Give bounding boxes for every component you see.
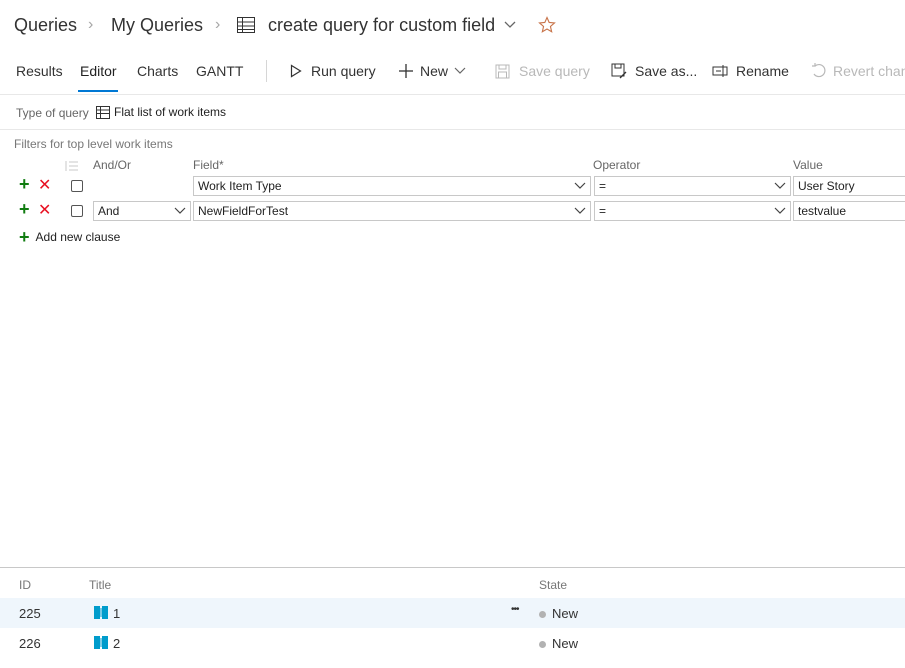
- tab-editor[interactable]: Editor: [80, 63, 117, 79]
- tab-charts[interactable]: Charts: [137, 63, 178, 79]
- state-dot-icon: [539, 641, 546, 649]
- user-story-icon: [94, 636, 108, 649]
- field-select[interactable]: Work Item Type: [193, 176, 591, 196]
- operator-value: =: [599, 179, 607, 193]
- value-input[interactable]: User Story: [793, 176, 905, 196]
- column-header-and-or: And/Or: [93, 158, 132, 172]
- add-clause-row-icon[interactable]: +: [19, 199, 30, 220]
- column-header-value: Value: [793, 158, 823, 172]
- result-state: New: [539, 636, 578, 651]
- save-query-label: Save query: [519, 63, 590, 79]
- result-state-label: New: [552, 606, 579, 621]
- save-as-label: Save as...: [635, 63, 698, 79]
- operator-select[interactable]: =: [594, 176, 791, 196]
- run-query-label: Run query: [311, 63, 376, 79]
- operator-value: =: [599, 204, 607, 218]
- run-query-button[interactable]: Run query: [290, 60, 376, 82]
- column-header-field: Field*: [193, 158, 224, 172]
- result-state-label: New: [552, 636, 579, 651]
- chevron-down-icon[interactable]: [504, 21, 516, 29]
- result-state: New: [539, 606, 578, 621]
- result-title-link[interactable]: 2: [113, 636, 120, 651]
- result-title-link[interactable]: 1: [113, 606, 120, 621]
- save-query-button[interactable]: Save query: [495, 60, 590, 82]
- group-clauses-icon[interactable]: [65, 160, 79, 172]
- save-icon: [495, 64, 510, 78]
- query-type-label: Type of query: [16, 106, 89, 120]
- chevron-down-icon: [774, 182, 786, 189]
- clause-select-checkbox[interactable]: [71, 205, 83, 217]
- filters-section-label: Filters for top level work items: [14, 137, 173, 151]
- table-row[interactable]: [0, 628, 905, 658]
- new-button[interactable]: New: [398, 60, 466, 82]
- clause-select-checkbox[interactable]: [71, 180, 83, 192]
- results-pane-divider: [0, 567, 905, 568]
- breadcrumb-separator-icon: ›: [88, 16, 94, 33]
- result-id: 226: [19, 636, 41, 651]
- results-header-title[interactable]: Title: [89, 578, 111, 592]
- toolbar-divider: [266, 60, 267, 82]
- chevron-down-icon: [574, 207, 586, 214]
- query-type-value: Flat list of work items: [114, 105, 227, 119]
- breadcrumb-separator-icon: ›: [215, 16, 221, 33]
- result-id: 225: [19, 606, 41, 621]
- field-value: NewFieldForTest: [198, 204, 289, 218]
- toolbar-bottom-divider: [0, 94, 905, 95]
- save-as-button[interactable]: Save as...: [611, 60, 697, 82]
- chevron-down-icon: [774, 207, 786, 214]
- value-text: testvalue: [798, 204, 847, 218]
- results-header-id[interactable]: ID: [19, 578, 31, 592]
- operator-select[interactable]: =: [594, 201, 791, 221]
- add-clause-row-icon[interactable]: +: [19, 174, 30, 195]
- and-or-value: And: [98, 204, 120, 218]
- column-header-operator: Operator: [593, 158, 641, 172]
- query-type-selector[interactable]: Flat list of work items: [96, 105, 226, 119]
- value-input[interactable]: testvalue: [793, 201, 905, 221]
- favorite-star-icon[interactable]: [538, 16, 556, 34]
- more-actions-icon[interactable]: •••: [511, 604, 519, 615]
- section-divider: [0, 129, 905, 130]
- breadcrumb-root[interactable]: Queries: [14, 15, 77, 36]
- results-header-state[interactable]: State: [539, 578, 567, 592]
- chevron-down-icon: [574, 182, 586, 189]
- new-label: New: [420, 63, 449, 79]
- and-or-select[interactable]: And: [93, 201, 191, 221]
- query-table-icon: [237, 17, 255, 33]
- tab-results[interactable]: Results: [16, 63, 63, 79]
- chevron-down-icon: [174, 207, 186, 214]
- flat-list-icon: [96, 105, 110, 119]
- remove-clause-icon[interactable]: ✕: [38, 175, 51, 195]
- table-row[interactable]: [0, 598, 905, 628]
- plus-icon: [399, 64, 413, 78]
- rename-button[interactable]: Rename: [712, 60, 789, 82]
- revert-changes-button[interactable]: Revert chan: [811, 60, 905, 82]
- field-value: Work Item Type: [198, 179, 282, 193]
- add-new-clause-label: Add new clause: [35, 230, 121, 244]
- active-tab-indicator: [78, 90, 118, 92]
- state-dot-icon: [539, 611, 546, 619]
- tab-gantt[interactable]: GANTT: [196, 63, 243, 79]
- play-icon: [290, 64, 302, 78]
- remove-clause-icon[interactable]: ✕: [38, 200, 51, 220]
- revert-label: Revert chan: [833, 63, 905, 79]
- plus-icon: +: [19, 227, 30, 247]
- rename-label: Rename: [736, 63, 789, 79]
- rename-icon: [712, 65, 728, 77]
- chevron-down-icon: [454, 67, 466, 74]
- value-text: User Story: [798, 179, 855, 193]
- user-story-icon: [94, 606, 108, 619]
- page-title: create query for custom field: [268, 15, 496, 35]
- add-new-clause-button[interactable]: + Add new clause: [19, 227, 121, 247]
- revert-icon: [812, 63, 826, 78]
- field-select[interactable]: NewFieldForTest: [193, 201, 591, 221]
- save-as-icon: [611, 63, 627, 79]
- breadcrumb-folder[interactable]: My Queries: [111, 15, 203, 36]
